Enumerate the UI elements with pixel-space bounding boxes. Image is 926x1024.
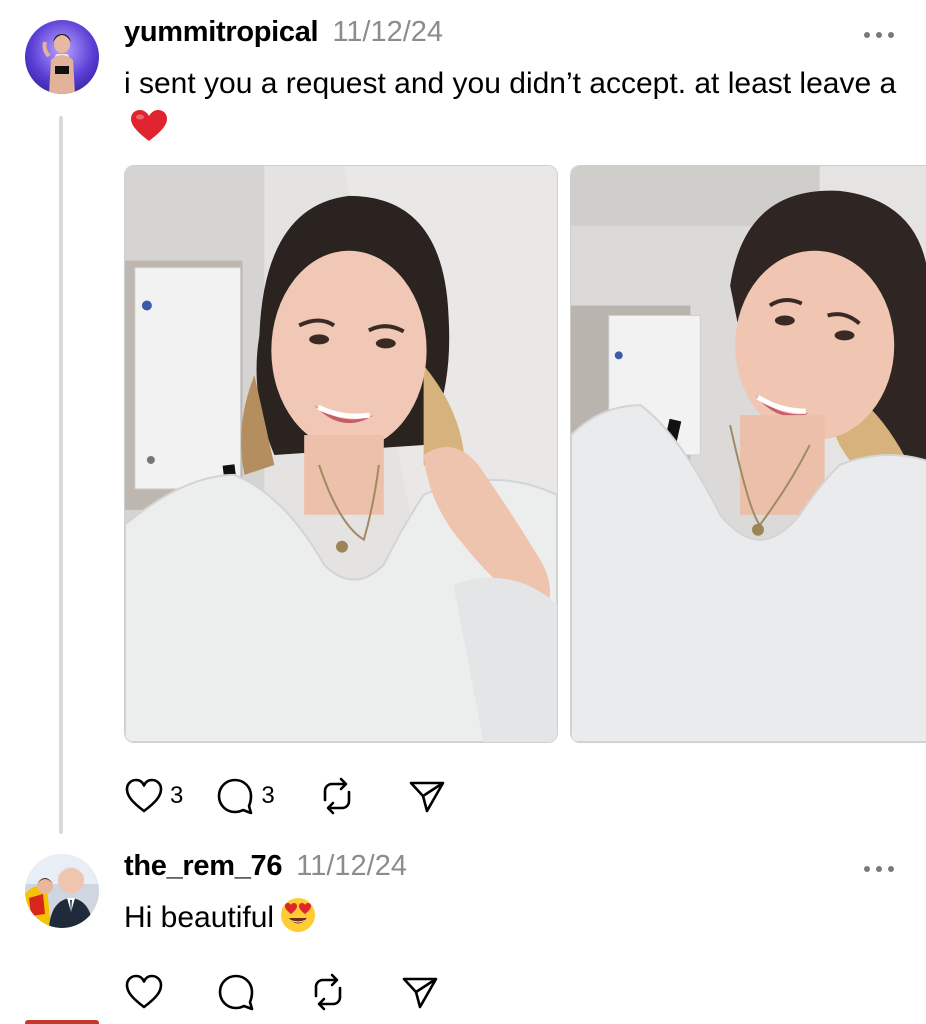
post-text: Hi beautiful [124, 896, 904, 946]
heart-emoji [130, 109, 168, 156]
post-yummitropical: yummitropical 11/12/24 i sent you a requ… [0, 0, 926, 840]
username[interactable]: yummitropical [124, 16, 319, 49]
avatar[interactable] [25, 20, 99, 94]
comment-button[interactable]: 3 [215, 776, 275, 816]
more-icon[interactable] [864, 30, 894, 40]
repost-icon [308, 972, 348, 1012]
post-text: i sent you a request and you didn’t acce… [124, 62, 904, 156]
post-text-content: Hi beautiful [124, 901, 275, 934]
next-post-avatar[interactable] [25, 1020, 99, 1024]
post-image-1[interactable] [124, 165, 558, 743]
comment-icon [215, 776, 255, 816]
more-icon[interactable] [864, 864, 894, 874]
post-the-rem-76: the_rem_76 11/12/24 Hi beautiful [0, 840, 926, 1024]
share-icon [407, 776, 447, 816]
share-icon [400, 972, 440, 1012]
thread-line [59, 116, 63, 834]
comment-count: 3 [261, 782, 275, 809]
timestamp: 11/12/24 [296, 850, 407, 882]
username[interactable]: the_rem_76 [124, 850, 283, 883]
post-header: the_rem_76 11/12/24 [124, 850, 407, 883]
like-button[interactable]: 3 [124, 777, 183, 815]
post-text-content: i sent you a request and you didn’t acce… [124, 67, 897, 100]
repost-button[interactable] [317, 776, 357, 816]
heart-icon [124, 777, 164, 815]
repost-icon [317, 776, 357, 816]
post-actions [124, 972, 440, 1012]
share-button[interactable] [407, 776, 447, 816]
comment-icon [216, 972, 256, 1012]
like-button[interactable] [124, 973, 164, 1011]
post-image-2[interactable] [570, 165, 926, 743]
avatar[interactable] [25, 854, 99, 928]
post-actions: 3 3 [124, 776, 447, 816]
share-button[interactable] [400, 972, 440, 1012]
comment-button[interactable] [216, 972, 256, 1012]
repost-button[interactable] [308, 972, 348, 1012]
timestamp: 11/12/24 [332, 16, 444, 48]
post-header: yummitropical 11/12/24 [124, 16, 443, 49]
heart-eyes-emoji [280, 897, 316, 946]
like-count: 3 [170, 782, 184, 809]
heart-icon [124, 973, 164, 1011]
